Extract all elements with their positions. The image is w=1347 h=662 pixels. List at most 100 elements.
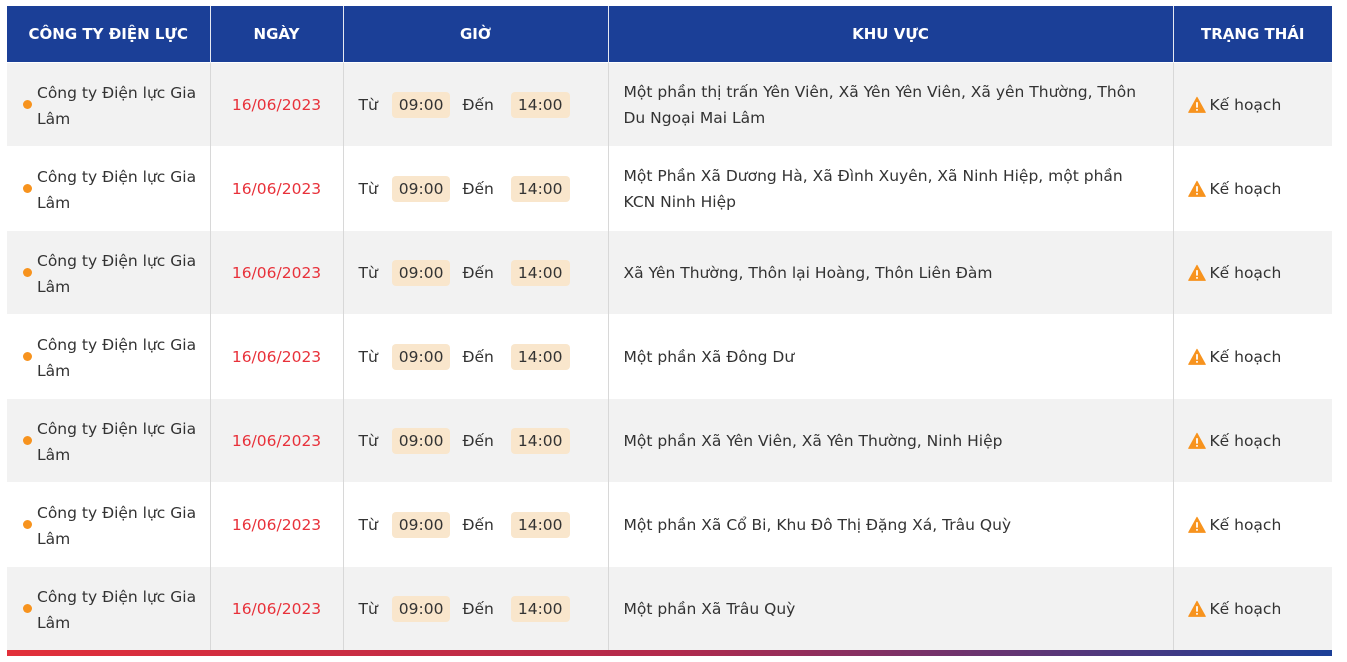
status-text: Kế hoạch xyxy=(1209,263,1282,282)
status-badge: Kế hoạch xyxy=(1174,264,1333,282)
bullet-dot-icon xyxy=(23,184,32,193)
header-row: CÔNG TY ĐIỆN LỰC NGÀY GIỜ KHU VỰC TRẠNG … xyxy=(7,6,1332,63)
status-text: Kế hoạch xyxy=(1209,95,1282,114)
status-text: Kế hoạch xyxy=(1209,599,1282,618)
company-name: Công ty Điện lực Gia Lâm xyxy=(37,251,197,296)
warning-icon xyxy=(1187,432,1206,449)
area-cell: Một phần Xã Trâu Quỳ xyxy=(608,566,1174,650)
company-cell: Công ty Điện lực Gia Lâm xyxy=(7,78,210,132)
status-badge: Kế hoạch xyxy=(1174,96,1333,114)
date-cell: 16/06/2023 xyxy=(210,146,344,231)
bullet-dot-icon xyxy=(23,604,32,613)
company-name: Công ty Điện lực Gia Lâm xyxy=(37,335,197,380)
to-label: Đến xyxy=(462,599,494,618)
warning-icon xyxy=(1187,96,1206,113)
bullet-dot-icon xyxy=(23,352,32,361)
company-cell: Công ty Điện lực Gia Lâm xyxy=(7,582,210,636)
from-label: Từ xyxy=(358,95,378,114)
end-time: 14:00 xyxy=(510,259,570,286)
bullet-dot-icon xyxy=(23,436,32,445)
to-label: Đến xyxy=(462,263,494,282)
time-cell: Từ 09:00 Đến 14:00 xyxy=(344,511,608,538)
status-badge: Kế hoạch xyxy=(1174,432,1333,450)
warning-icon xyxy=(1187,180,1206,197)
company-name: Công ty Điện lực Gia Lâm xyxy=(37,587,197,632)
area-cell: Xã Yên Thường, Thôn lại Hoàng, Thôn Liên… xyxy=(608,230,1174,315)
time-cell: Từ 09:00 Đến 14:00 xyxy=(344,91,608,118)
from-label: Từ xyxy=(358,599,378,618)
table-body: Công ty Điện lực Gia Lâm 16/06/2023 Từ 0… xyxy=(7,62,1333,650)
table-row: Công ty Điện lực Gia Lâm 16/06/2023 Từ 0… xyxy=(7,398,1333,483)
to-label: Đến xyxy=(462,347,494,366)
status-text: Kế hoạch xyxy=(1209,431,1282,450)
area-cell: Một phần Xã Đông Dư xyxy=(608,314,1174,399)
start-time: 09:00 xyxy=(391,427,451,454)
from-label: Từ xyxy=(358,347,378,366)
area-cell: Một phần Xã Yên Viên, Xã Yên Thường, Nin… xyxy=(608,398,1174,483)
table-row: Công ty Điện lực Gia Lâm 16/06/2023 Từ 0… xyxy=(7,314,1333,399)
company-cell: Công ty Điện lực Gia Lâm xyxy=(7,414,210,468)
time-cell: Từ 09:00 Đến 14:00 xyxy=(344,175,608,202)
from-label: Từ xyxy=(358,515,378,534)
bullet-dot-icon xyxy=(23,520,32,529)
company-name: Công ty Điện lực Gia Lâm xyxy=(37,419,197,464)
warning-icon xyxy=(1187,348,1206,365)
warning-icon xyxy=(1187,516,1206,533)
start-time: 09:00 xyxy=(391,595,451,622)
status-badge: Kế hoạch xyxy=(1174,180,1333,198)
to-label: Đến xyxy=(462,95,494,114)
table-row: Công ty Điện lực Gia Lâm 16/06/2023 Từ 0… xyxy=(7,230,1333,315)
header-company: CÔNG TY ĐIỆN LỰC xyxy=(7,6,211,63)
start-time: 09:00 xyxy=(391,259,451,286)
bullet-dot-icon xyxy=(23,100,32,109)
time-cell: Từ 09:00 Đến 14:00 xyxy=(344,427,608,454)
company-cell: Công ty Điện lực Gia Lâm xyxy=(7,498,210,552)
warning-icon xyxy=(1187,264,1206,281)
outage-schedule: CÔNG TY ĐIỆN LỰC NGÀY GIỜ KHU VỰC TRẠNG … xyxy=(7,6,1332,650)
to-label: Đến xyxy=(462,179,494,198)
time-cell: Từ 09:00 Đến 14:00 xyxy=(344,595,608,622)
company-cell: Công ty Điện lực Gia Lâm xyxy=(7,246,210,300)
to-label: Đến xyxy=(462,431,494,450)
status-badge: Kế hoạch xyxy=(1174,348,1333,366)
header-area: KHU VỰC xyxy=(608,6,1174,63)
status-text: Kế hoạch xyxy=(1209,515,1282,534)
company-name: Công ty Điện lực Gia Lâm xyxy=(37,167,197,212)
end-time: 14:00 xyxy=(510,175,570,202)
end-time: 14:00 xyxy=(510,511,570,538)
end-time: 14:00 xyxy=(510,91,570,118)
header-date: NGÀY xyxy=(210,6,344,63)
area-cell: Một phần Xã Cổ Bi, Khu Đô Thị Đặng Xá, T… xyxy=(608,482,1174,567)
time-cell: Từ 09:00 Đến 14:00 xyxy=(344,259,608,286)
status-badge: Kế hoạch xyxy=(1174,516,1333,534)
area-cell: Một phần thị trấn Yên Viên, Xã Yên Yên V… xyxy=(608,62,1174,147)
date-cell: 16/06/2023 xyxy=(210,230,344,315)
to-label: Đến xyxy=(462,515,494,534)
bottom-accent-bar xyxy=(7,650,1332,656)
company-name: Công ty Điện lực Gia Lâm xyxy=(37,83,197,128)
table-header: CÔNG TY ĐIỆN LỰC NGÀY GIỜ KHU VỰC TRẠNG … xyxy=(7,6,1332,63)
status-badge: Kế hoạch xyxy=(1174,600,1333,618)
table-row: Công ty Điện lực Gia Lâm 16/06/2023 Từ 0… xyxy=(7,566,1333,650)
time-cell: Từ 09:00 Đến 14:00 xyxy=(344,343,608,370)
start-time: 09:00 xyxy=(391,175,451,202)
table-row: Công ty Điện lực Gia Lâm 16/06/2023 Từ 0… xyxy=(7,482,1333,567)
start-time: 09:00 xyxy=(391,91,451,118)
date-cell: 16/06/2023 xyxy=(210,566,344,650)
status-text: Kế hoạch xyxy=(1209,179,1282,198)
end-time: 14:00 xyxy=(510,343,570,370)
from-label: Từ xyxy=(358,431,378,450)
company-cell: Công ty Điện lực Gia Lâm xyxy=(7,162,210,216)
date-cell: 16/06/2023 xyxy=(210,482,344,567)
date-cell: 16/06/2023 xyxy=(210,314,344,399)
company-cell: Công ty Điện lực Gia Lâm xyxy=(7,330,210,384)
bullet-dot-icon xyxy=(23,268,32,277)
table-row: Công ty Điện lực Gia Lâm 16/06/2023 Từ 0… xyxy=(7,62,1333,147)
end-time: 14:00 xyxy=(510,595,570,622)
header-time: GIỜ xyxy=(343,6,609,63)
status-text: Kế hoạch xyxy=(1209,347,1282,366)
outage-table: CÔNG TY ĐIỆN LỰC NGÀY GIỜ KHU VỰC TRẠNG … xyxy=(7,6,1332,650)
from-label: Từ xyxy=(358,179,378,198)
area-cell: Một Phần Xã Dương Hà, Xã Đình Xuyên, Xã … xyxy=(608,146,1174,231)
date-cell: 16/06/2023 xyxy=(210,62,344,147)
